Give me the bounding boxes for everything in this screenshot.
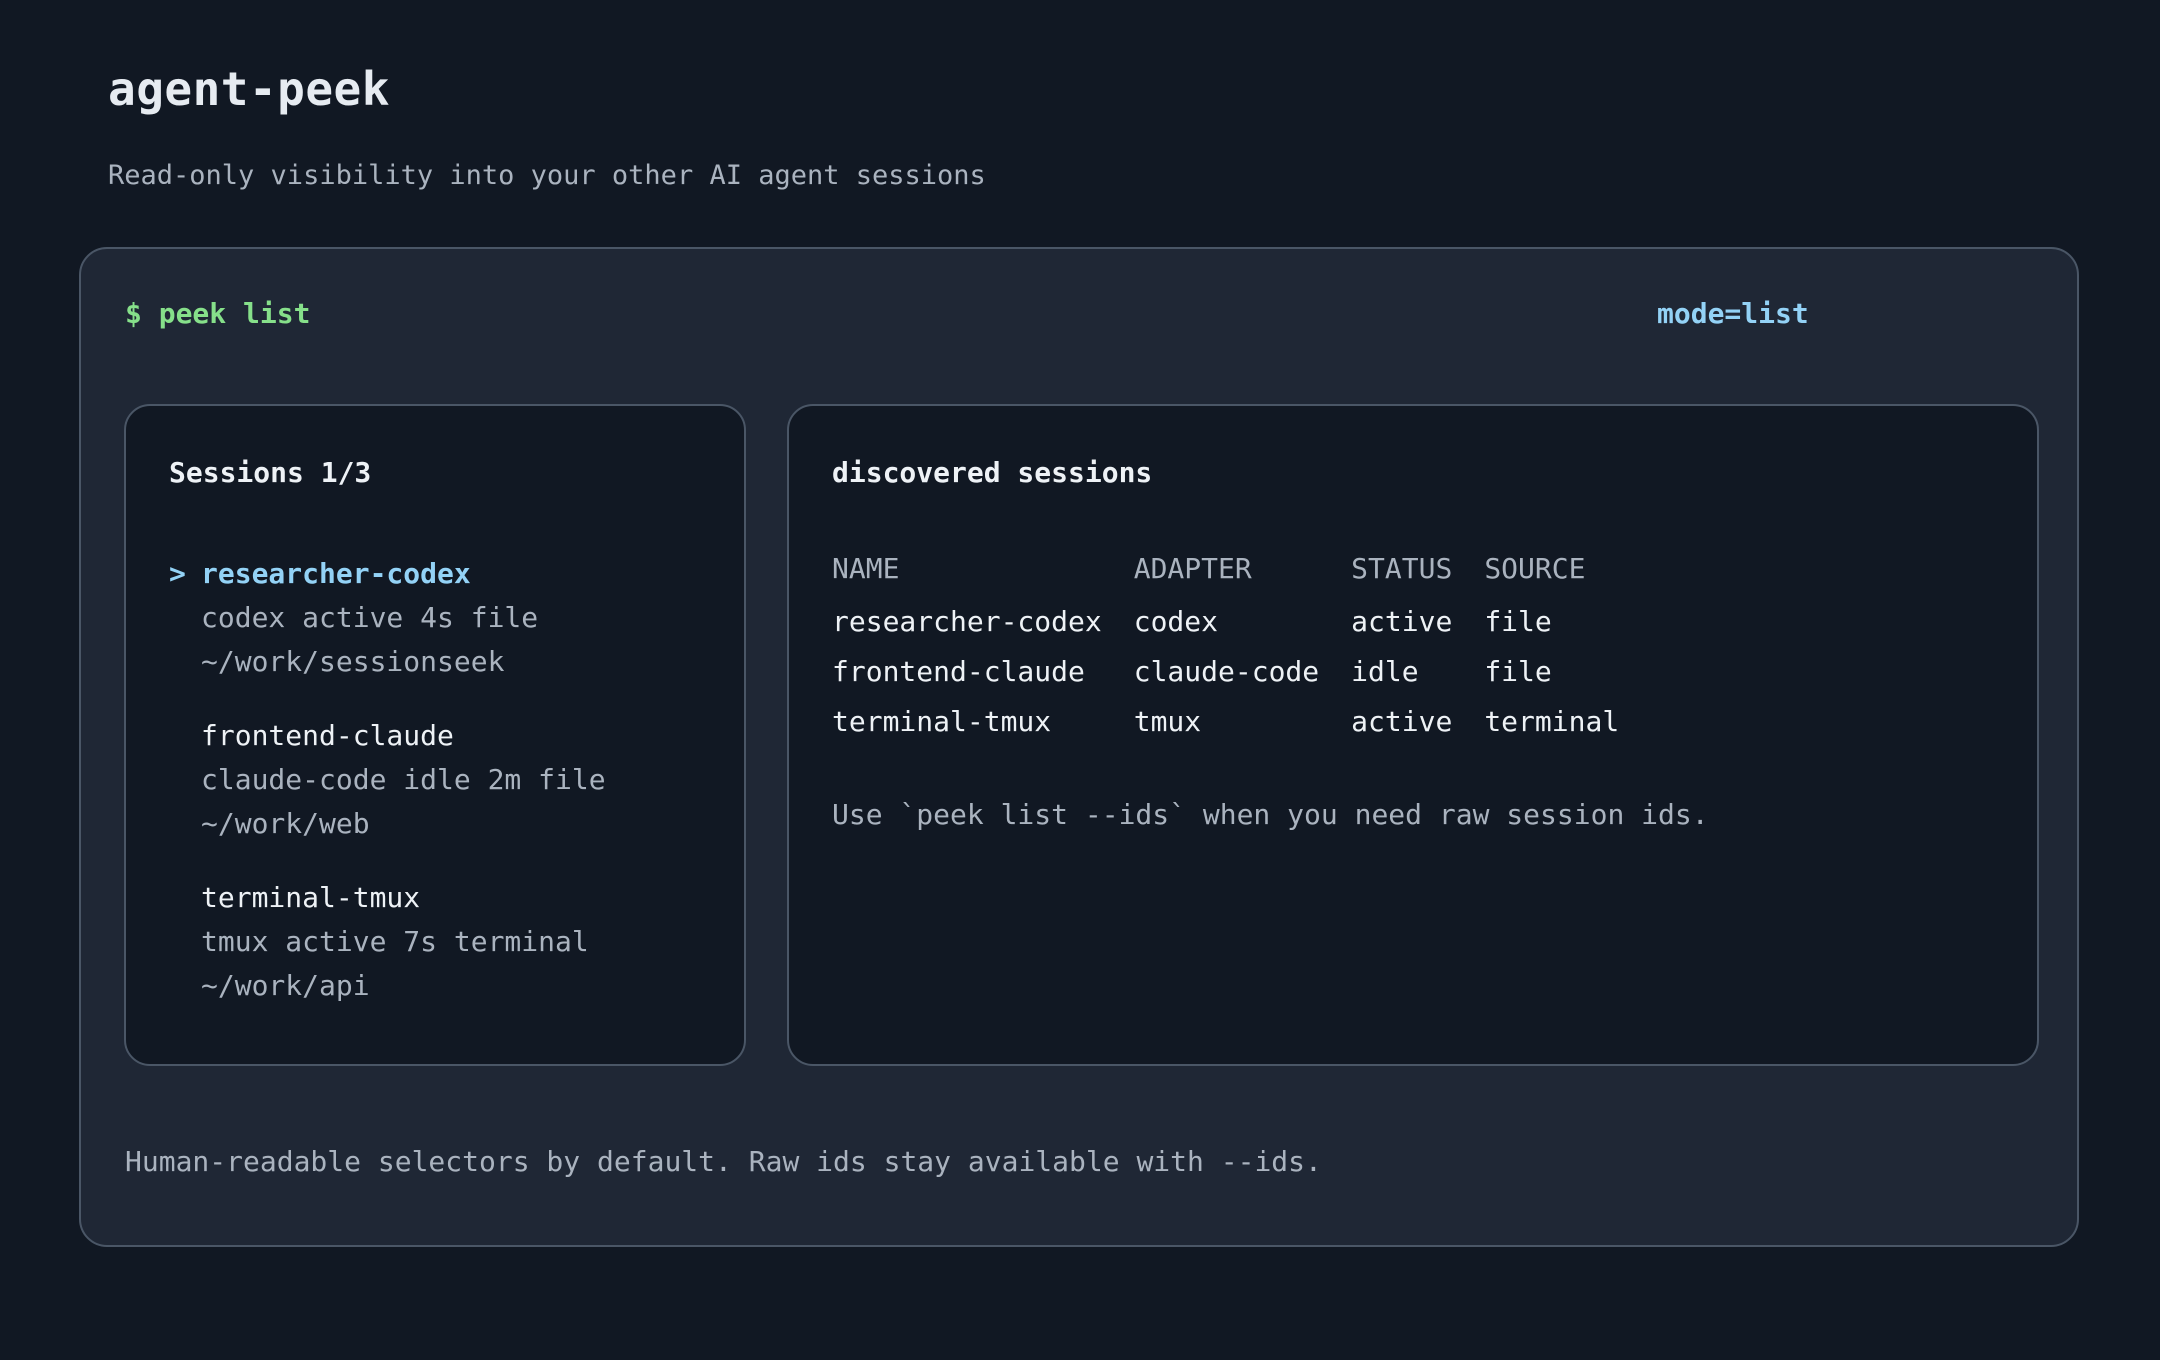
session-item-frontend-claude[interactable]: frontend-claude claude-code idle 2m file… (169, 714, 606, 846)
table-row: researcher-codex codex active file (832, 596, 1651, 646)
session-path: ~/work/sessionseek (201, 645, 505, 678)
footer-note: Human-readable selectors by default. Raw… (125, 1145, 1322, 1178)
cell-status: active (1351, 604, 1453, 638)
sessions-panel: Sessions 1/3 > researcher-codex codex ac… (124, 404, 746, 1066)
cell-status: active (1351, 704, 1453, 738)
cell-adapter: codex (1133, 604, 1219, 638)
discovered-title: discovered sessions (832, 456, 1153, 489)
cell-adapter: tmux (1133, 704, 1202, 738)
command-prompt: $ peek list (125, 297, 311, 330)
cell-name: researcher-codex (832, 604, 1102, 638)
column-header-source: SOURCE (1484, 551, 1586, 585)
session-name: terminal-tmux (201, 881, 421, 914)
session-path: ~/work/web (201, 807, 370, 840)
table-row: terminal-tmux tmux active terminal (832, 696, 1651, 746)
session-meta: codex active 4s file (201, 601, 539, 634)
session-name: frontend-claude (201, 719, 454, 752)
session-meta: claude-code idle 2m file (201, 763, 606, 796)
cell-source: file (1484, 654, 1552, 688)
page-title: agent-peek (108, 62, 390, 116)
discovered-sessions-panel: discovered sessions NAME ADAPTER STATUS … (787, 404, 2039, 1066)
cell-source: file (1484, 604, 1552, 638)
page-subtitle: Read-only visibility into your other AI … (108, 160, 986, 191)
cell-name: terminal-tmux (832, 704, 1052, 738)
sessions-title: Sessions 1/3 (169, 456, 372, 489)
cell-name: frontend-claude (832, 654, 1085, 688)
table-row: frontend-claude claude-code idle file (832, 646, 1651, 696)
session-item-terminal-tmux[interactable]: terminal-tmux tmux active 7s terminal ~/… (169, 876, 606, 1008)
terminal-panel: $ peek list mode=list Sessions 1/3 > res… (79, 247, 2079, 1247)
session-list: > researcher-codex codex active 4s file … (169, 552, 606, 1038)
cell-source: terminal (1484, 704, 1620, 738)
cell-adapter: claude-code (1133, 654, 1320, 688)
column-header-name: NAME (832, 551, 900, 585)
session-name: researcher-codex (201, 557, 471, 590)
column-header-adapter: ADAPTER (1133, 551, 1252, 585)
cell-status: idle (1351, 654, 1419, 688)
mode-indicator: mode=list (1657, 297, 1809, 330)
session-meta: tmux active 7s terminal (201, 925, 589, 958)
selection-pointer: > (169, 557, 186, 590)
sessions-table: NAME ADAPTER STATUS SOURCE researcher-co… (832, 546, 1651, 746)
ids-hint: Use `peek list --ids` when you need raw … (832, 798, 1709, 831)
column-header-status: STATUS (1351, 551, 1453, 585)
session-item-researcher-codex[interactable]: > researcher-codex codex active 4s file … (169, 552, 606, 684)
session-path: ~/work/api (201, 969, 370, 1002)
table-header-row: NAME ADAPTER STATUS SOURCE (832, 546, 1651, 596)
